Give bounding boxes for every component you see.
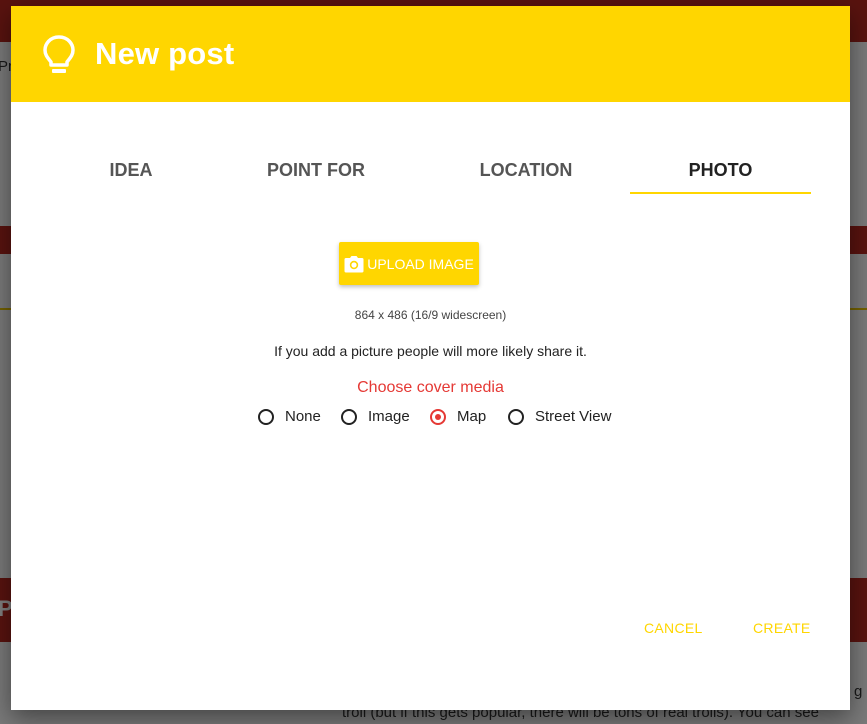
upload-image-label: UPLOAD IMAGE bbox=[367, 255, 474, 272]
tab-location[interactable]: LOCATION bbox=[451, 146, 601, 194]
upload-image-button[interactable]: UPLOAD IMAGE bbox=[339, 242, 479, 285]
cover-media-label: Choose cover media bbox=[357, 379, 504, 396]
radio-map[interactable]: Map bbox=[430, 408, 486, 425]
radio-selected-dot bbox=[435, 413, 441, 420]
radio-button[interactable] bbox=[341, 408, 357, 425]
radio-street-view[interactable]: Street View bbox=[508, 408, 611, 425]
radio-label: None bbox=[285, 408, 321, 425]
photo-hint: If you add a picture people will more li… bbox=[274, 343, 587, 359]
radio-button[interactable] bbox=[430, 408, 446, 425]
radio-image[interactable]: Image bbox=[341, 408, 410, 425]
dialog-header: New post bbox=[11, 6, 850, 102]
radio-none[interactable]: None bbox=[258, 408, 321, 425]
radio-button[interactable] bbox=[258, 408, 274, 425]
dialog-title: New post bbox=[95, 36, 235, 71]
active-tab-indicator bbox=[630, 192, 811, 194]
create-button[interactable]: CREATE bbox=[753, 620, 811, 636]
tab-point-for[interactable]: POINT FOR bbox=[243, 146, 389, 194]
radio-label: Street View bbox=[535, 408, 612, 425]
radio-label: Map bbox=[457, 408, 487, 425]
post-tabs: IDEA POINT FOR LOCATION PHOTO bbox=[11, 146, 850, 196]
lightbulb-icon bbox=[43, 35, 75, 73]
image-dimensions-note: 864 x 486 (16/9 widescreen) bbox=[354, 308, 507, 322]
radio-button[interactable] bbox=[508, 408, 524, 425]
tab-photo[interactable]: PHOTO bbox=[630, 146, 811, 194]
cancel-button[interactable]: CANCEL bbox=[644, 620, 703, 636]
camera-icon bbox=[344, 255, 364, 272]
new-post-dialog: New post IDEA POINT FOR LOCATION PHOTO U… bbox=[11, 6, 850, 710]
tab-idea[interactable]: IDEA bbox=[61, 146, 201, 194]
radio-label: Image bbox=[368, 408, 410, 425]
